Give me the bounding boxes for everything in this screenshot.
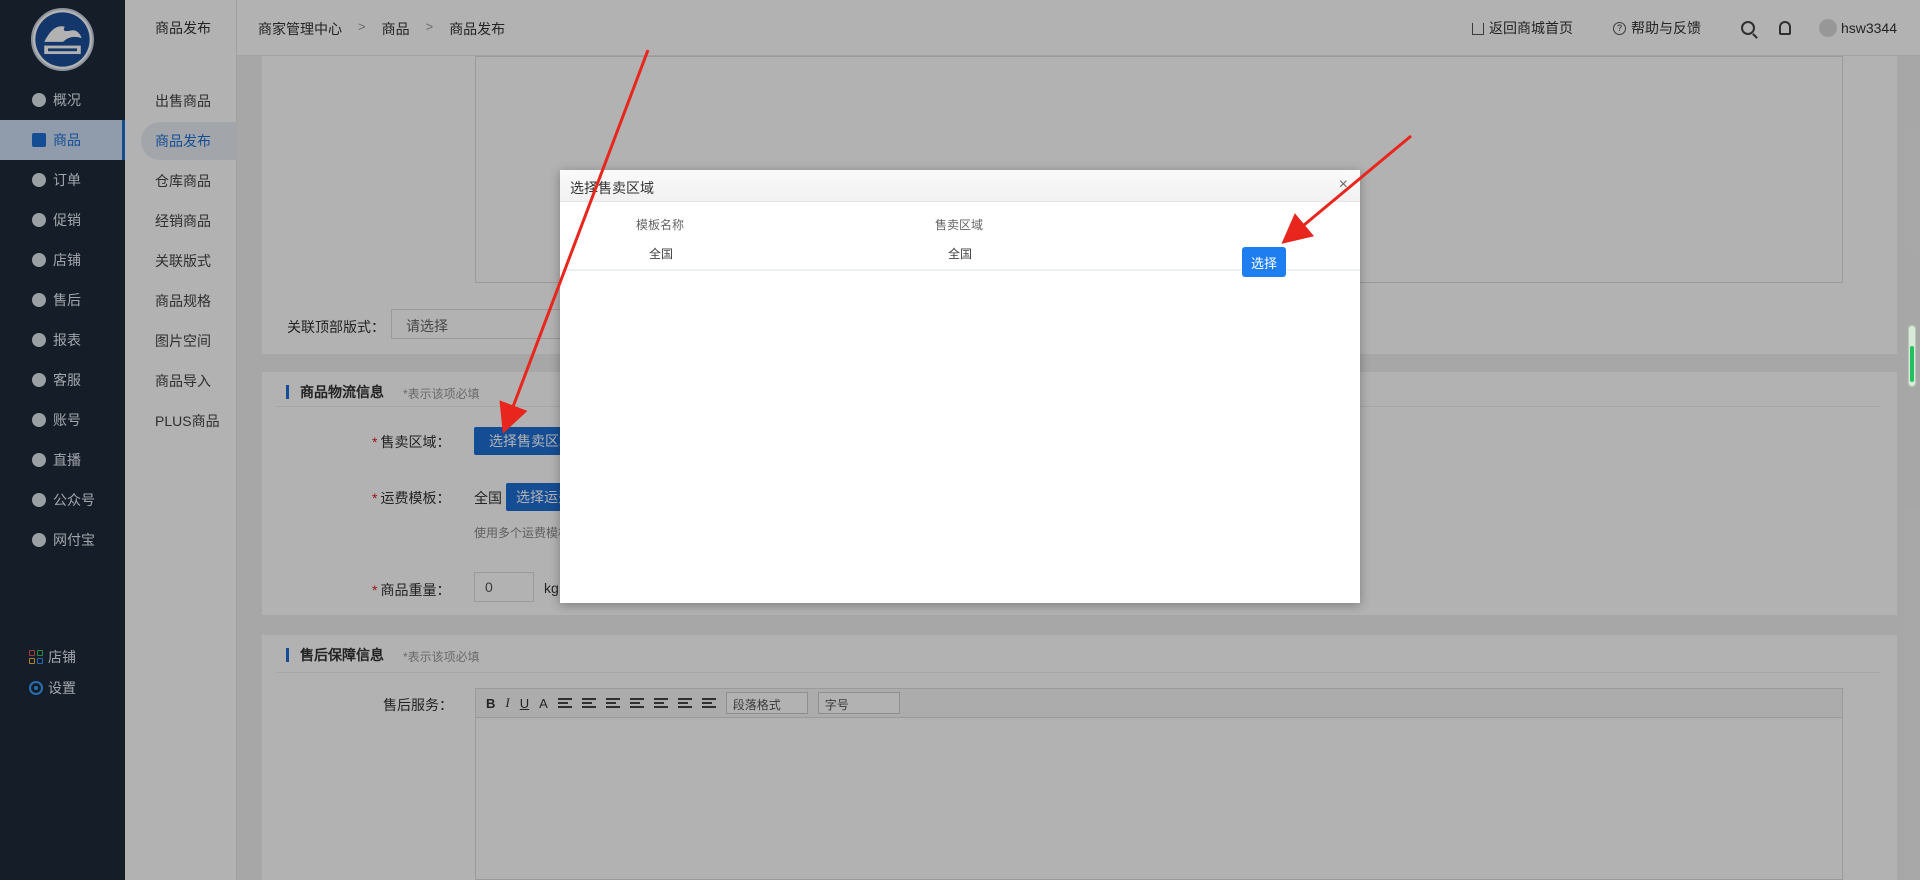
- close-icon[interactable]: ×: [1339, 176, 1348, 194]
- sale-area-dialog: 选择售卖区域 × 模板名称 售卖区域 全国 全国 选择: [560, 170, 1360, 603]
- select-row-button[interactable]: 选择: [1242, 247, 1286, 277]
- row-divider: [560, 269, 1360, 271]
- dialog-title: 选择售卖区域: [570, 180, 654, 196]
- page-scrollbar[interactable]: [1908, 325, 1916, 387]
- row-template-name: 全国: [649, 247, 674, 261]
- column-header-template: 模板名称: [636, 218, 685, 232]
- dialog-header: 选择售卖区域 ×: [560, 170, 1360, 202]
- row-area: 全国: [948, 247, 973, 261]
- column-header-area: 售卖区域: [935, 218, 984, 232]
